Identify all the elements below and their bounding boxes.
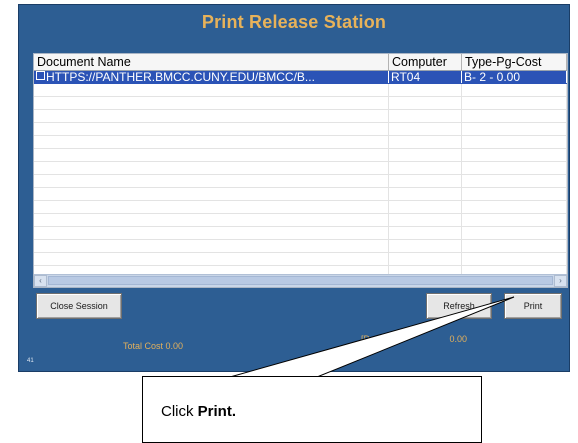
document-name-cell: HTTPS://PANTHER.BMCC.CUNY.EDU/BMCC/B...: [34, 71, 389, 83]
refresh-button[interactable]: Refresh: [426, 293, 492, 319]
scroll-left-icon[interactable]: ‹: [34, 275, 47, 287]
debit-account-value: 0.00: [449, 334, 468, 344]
instruction-callout: Click Print.: [142, 376, 482, 443]
document-name: HTTPS://PANTHER.BMCC.CUNY.EDU/BMCC/B...: [46, 71, 315, 83]
table-row: [34, 110, 567, 123]
table-row: [34, 162, 567, 175]
scroll-thumb[interactable]: [48, 276, 553, 285]
table-row: [34, 253, 567, 266]
table-row[interactable]: HTTPS://PANTHER.BMCC.CUNY.EDU/BMCC/B... …: [34, 71, 567, 84]
checkbox-icon[interactable]: [36, 71, 45, 80]
table-row: [34, 227, 567, 240]
column-header-type-pg-cost[interactable]: Type-Pg-Cost: [462, 54, 567, 70]
table-row: [34, 201, 567, 214]
table-row: [34, 84, 567, 97]
table-row: [34, 175, 567, 188]
type-pg-cost-cell: B- 2 - 0.00: [462, 71, 567, 83]
debit-account-balance: [Debit Acc 0.00: [361, 334, 467, 344]
document-list[interactable]: Document Name Computer Type-Pg-Cost HTTP…: [33, 53, 568, 288]
print-release-window: Print Release Station Document Name Comp…: [18, 4, 570, 372]
horizontal-scrollbar[interactable]: ‹ ›: [34, 274, 567, 287]
callout-text: Click Print.: [161, 403, 236, 420]
list-header: Document Name Computer Type-Pg-Cost: [34, 54, 567, 71]
callout-bold: Print.: [197, 403, 237, 420]
total-cost-label: Total Cost 0.00: [123, 341, 184, 351]
table-row: [34, 123, 567, 136]
corner-code: 41: [27, 358, 34, 364]
scroll-right-icon[interactable]: ›: [554, 275, 567, 287]
computer-cell: RT04: [389, 71, 462, 83]
print-button[interactable]: Print: [504, 293, 562, 319]
table-row: [34, 214, 567, 227]
table-row: [34, 188, 567, 201]
table-row: [34, 136, 567, 149]
debit-account-label: [Debit Acc: [361, 334, 402, 344]
table-row: [34, 149, 567, 162]
table-row: [34, 240, 567, 253]
table-row: [34, 97, 567, 110]
column-header-computer[interactable]: Computer: [389, 54, 462, 70]
column-header-document[interactable]: Document Name: [34, 54, 389, 70]
close-session-button[interactable]: Close Session: [36, 293, 122, 319]
window-title: Print Release Station: [201, 12, 387, 32]
list-rows: HTTPS://PANTHER.BMCC.CUNY.EDU/BMCC/B... …: [34, 71, 567, 279]
callout-prefix: Click: [161, 403, 198, 420]
